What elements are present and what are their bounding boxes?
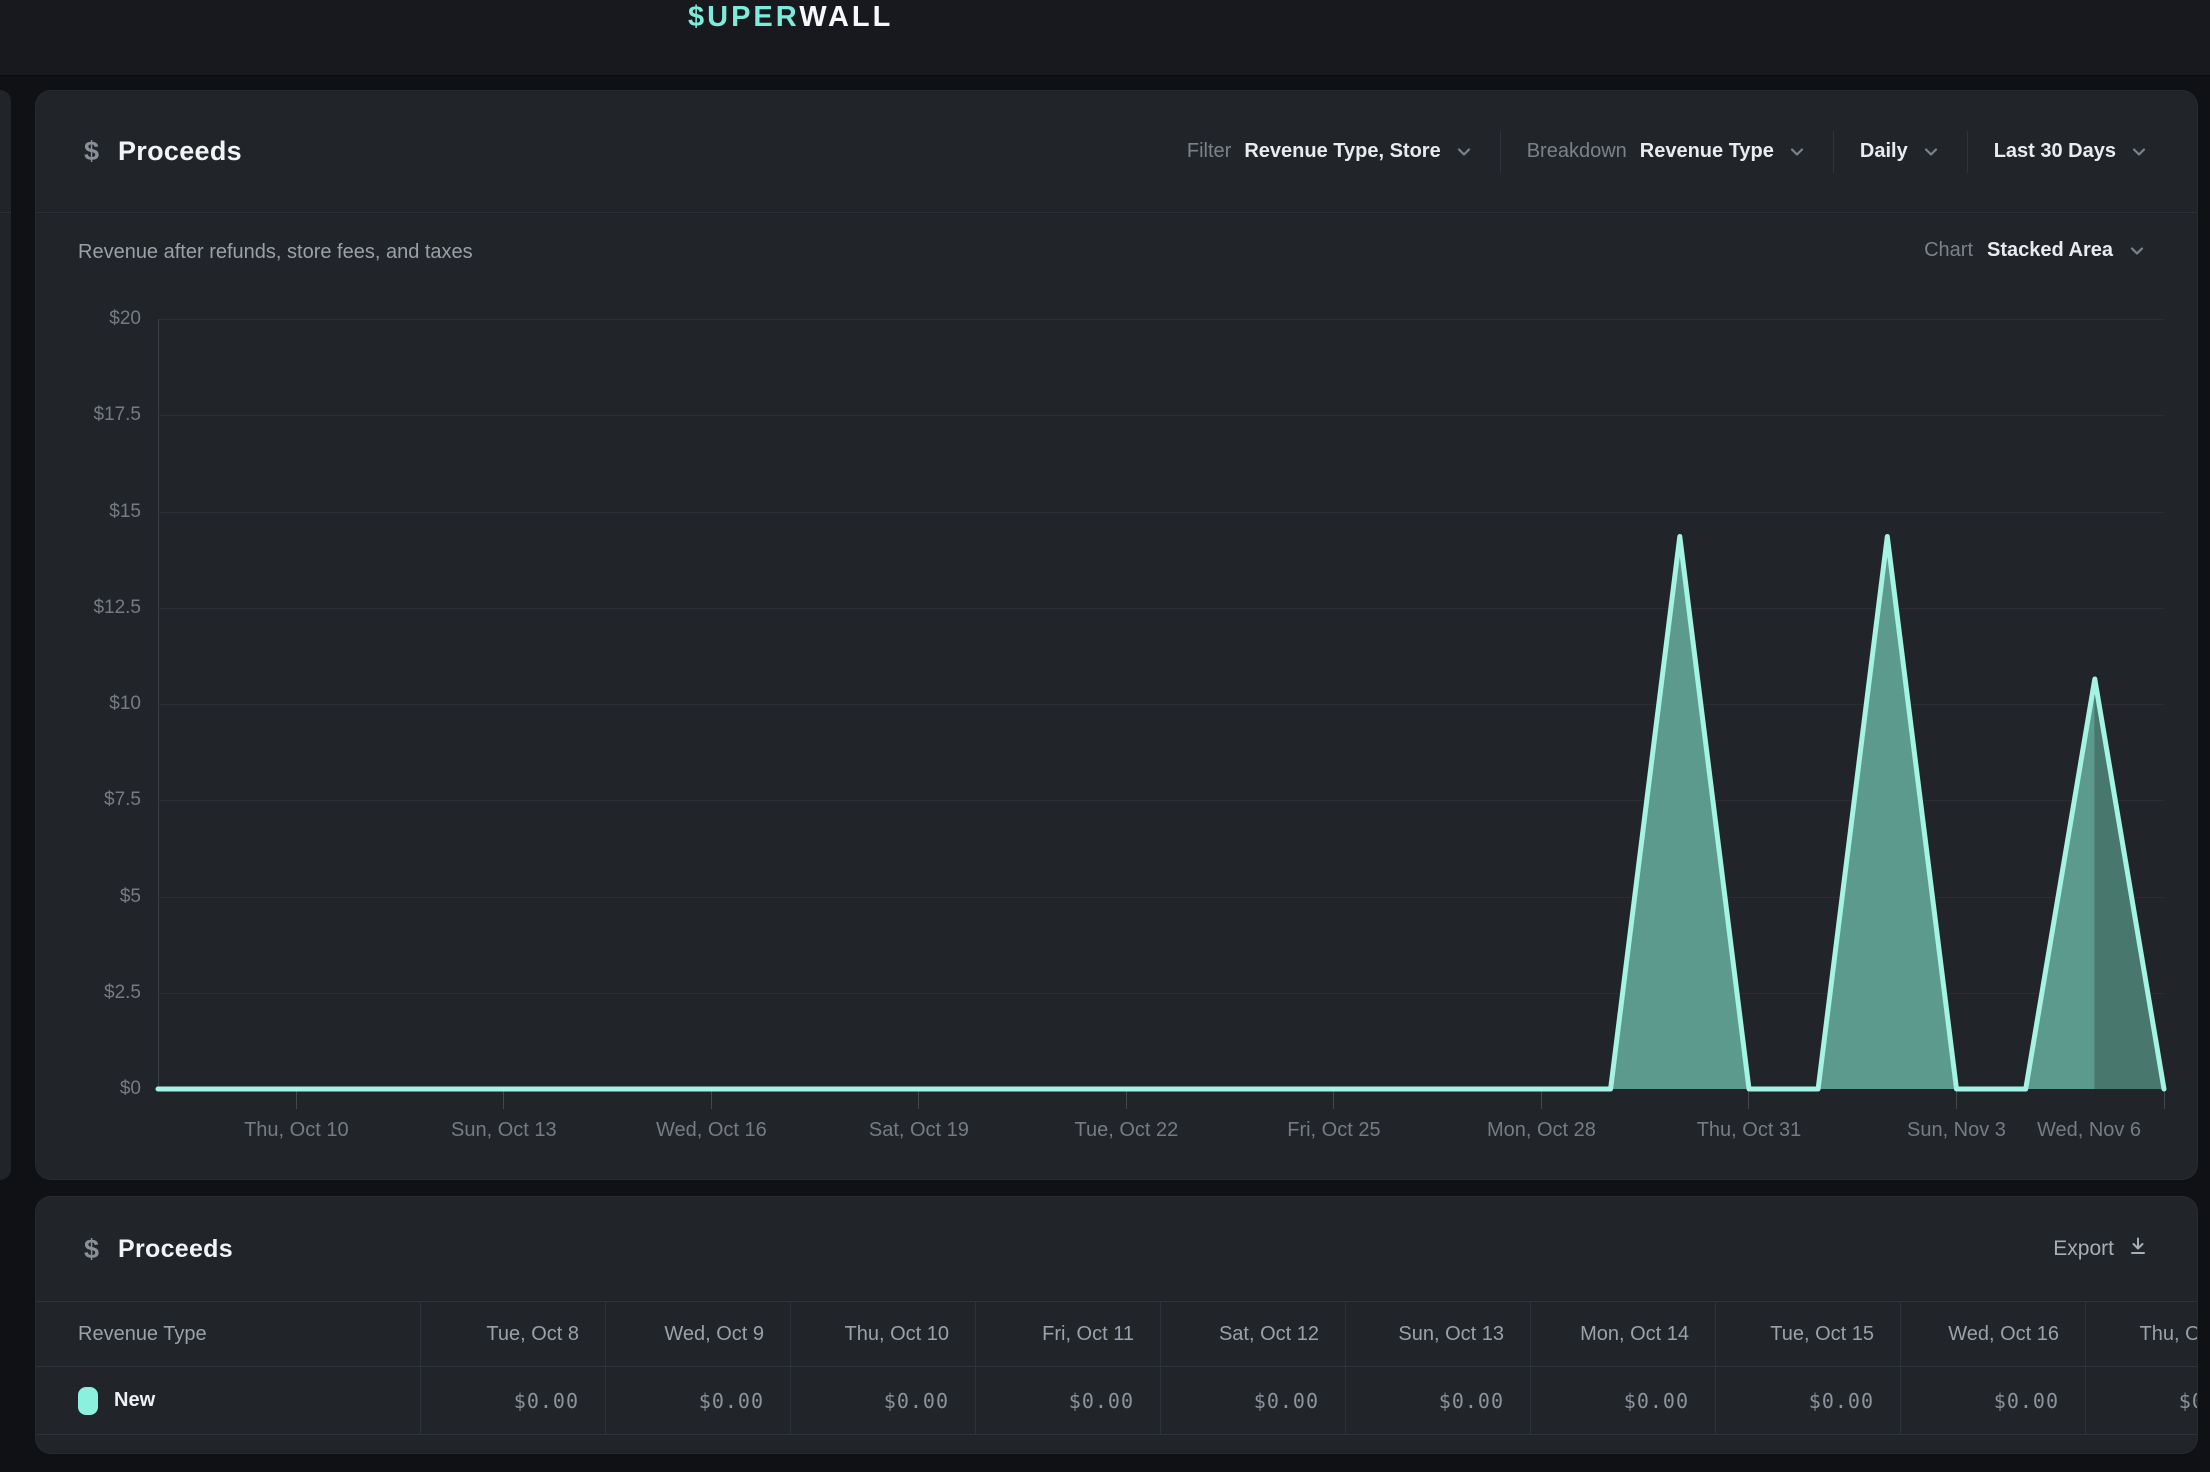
table-header-cell: Thu, Oct 10 [790, 1302, 975, 1366]
x-axis-tick [1333, 1091, 1334, 1109]
table-header-cell: Fri, Oct 11 [975, 1302, 1160, 1366]
table-header-cell: Revenue Type [36, 1302, 420, 1366]
table-header-cell: Wed, Oct 16 [1900, 1302, 2085, 1366]
value-text: $0.00 [1809, 1389, 1874, 1413]
logo-text-teal: $UPER [688, 1, 799, 33]
x-axis-tick [296, 1091, 297, 1109]
y-axis-label: $12.5 [51, 595, 141, 621]
table-card-header: $ Proceeds Export [36, 1197, 2197, 1301]
y-axis-label: $5 [51, 884, 141, 910]
logo-text-white: WALL [799, 1, 893, 33]
value-text: $0.00 [1994, 1389, 2059, 1413]
x-axis-label: Thu, Oct 31 [1664, 1116, 1834, 1144]
table-value-cell: $0.00 [1160, 1367, 1345, 1434]
table-value-cell: $0.00 [790, 1367, 975, 1434]
y-axis-label: $0 [51, 1076, 141, 1102]
value-text: $0.00 [1624, 1389, 1689, 1413]
value-text: $0.00 [2179, 1389, 2198, 1413]
value-text: $0.00 [884, 1389, 949, 1413]
value-text: $0.00 [514, 1389, 579, 1413]
y-axis-label: $7.5 [51, 787, 141, 813]
table-row: New $0.00 $0.00 $0.00 $0.00 $0.00 $0.00 $0.00 $0… [36, 1367, 2198, 1435]
table-value-cell: $0.00 [1530, 1367, 1715, 1434]
x-axis-label: Wed, Oct 16 [626, 1116, 796, 1144]
export-label: Export [2053, 1237, 2114, 1261]
table-header-cell: Tue, Oct 15 [1715, 1302, 1900, 1366]
table-header-cell: Wed, Oct 9 [605, 1302, 790, 1366]
table-value-cell: $0.00 [605, 1367, 790, 1434]
area-fill [158, 537, 2095, 1090]
table-header-cell: Tue, Oct 8 [420, 1302, 605, 1366]
export-button[interactable]: Export [2053, 1235, 2149, 1263]
x-axis-tick [1748, 1091, 1749, 1109]
value-text: $0.00 [699, 1389, 764, 1413]
download-icon [2127, 1235, 2149, 1263]
x-axis-label: Fri, Oct 25 [1249, 1116, 1419, 1144]
x-axis-tick [1126, 1091, 1127, 1109]
x-axis-label: Mon, Oct 28 [1456, 1116, 1626, 1144]
table-header-cell: Sun, Oct 13 [1345, 1302, 1530, 1366]
table-value-cell: $0.00 [420, 1367, 605, 1434]
table-header-cell: Sat, Oct 12 [1160, 1302, 1345, 1366]
table-value-cell: $0.00 [2085, 1367, 2198, 1434]
revenue-table: Revenue TypeTue, Oct 8Wed, Oct 9Thu, Oct… [36, 1301, 2197, 1435]
table-header-row: Revenue TypeTue, Oct 8Wed, Oct 9Thu, Oct… [36, 1301, 2198, 1367]
proceeds-chart-card: $ Proceeds Filter Revenue Type, Store Br… [35, 90, 2198, 1180]
y-axis-label: $10 [51, 691, 141, 717]
card-title: Proceeds [118, 1235, 233, 1264]
topbar: $UPERWALL [0, 0, 2210, 76]
x-axis-tick [1956, 1091, 1957, 1109]
proceeds-table-card: $ Proceeds Export Revenue TypeTue, Oct 8… [35, 1196, 2198, 1454]
x-axis-tick [918, 1091, 919, 1109]
x-axis-label: Thu, Oct 10 [211, 1116, 381, 1144]
value-text: $0.00 [1439, 1389, 1504, 1413]
value-text: $0.00 [1069, 1389, 1134, 1413]
divider [0, 212, 11, 213]
x-axis-label: Tue, Oct 22 [1041, 1116, 1211, 1144]
x-axis-label: Sat, Oct 19 [834, 1116, 1004, 1144]
x-axis-tick [1541, 1091, 1542, 1109]
table-header-cell: Thu, Oct 17 [2085, 1302, 2198, 1366]
table-value-cell: $0.00 [1715, 1367, 1900, 1434]
table-value-cell: $0.00 [1345, 1367, 1530, 1434]
row-legend-cell[interactable]: New [36, 1367, 420, 1434]
x-axis-label: Wed, Nov 6 [2004, 1116, 2174, 1144]
x-axis-tick [711, 1091, 712, 1109]
x-axis-tick [2164, 1091, 2165, 1109]
superwall-logo: $UPERWALL [688, 1, 893, 34]
value-text: $0.00 [1254, 1389, 1319, 1413]
y-axis-label: $20 [51, 306, 141, 332]
table-value-cell: $0.00 [975, 1367, 1160, 1434]
previous-card-edge [0, 90, 11, 1180]
y-axis-label: $2.5 [51, 980, 141, 1006]
x-axis-label: Sun, Oct 13 [419, 1116, 589, 1144]
area-chart-svg [158, 319, 2164, 1089]
chart-plot[interactable]: $20 $17.5 $15 $12.5 $10 $7.5 $5 $2.5 $0 Thu, Oct … [36, 91, 2197, 1179]
y-axis-label: $15 [51, 499, 141, 525]
legend-swatch [78, 1387, 98, 1415]
x-axis-tick [503, 1091, 504, 1109]
row-label: New [114, 1389, 155, 1412]
table-header-cell: Mon, Oct 14 [1530, 1302, 1715, 1366]
y-axis-label: $17.5 [51, 402, 141, 428]
dollar-icon: $ [84, 1234, 118, 1265]
table-value-cell: $0.00 [1900, 1367, 2085, 1434]
